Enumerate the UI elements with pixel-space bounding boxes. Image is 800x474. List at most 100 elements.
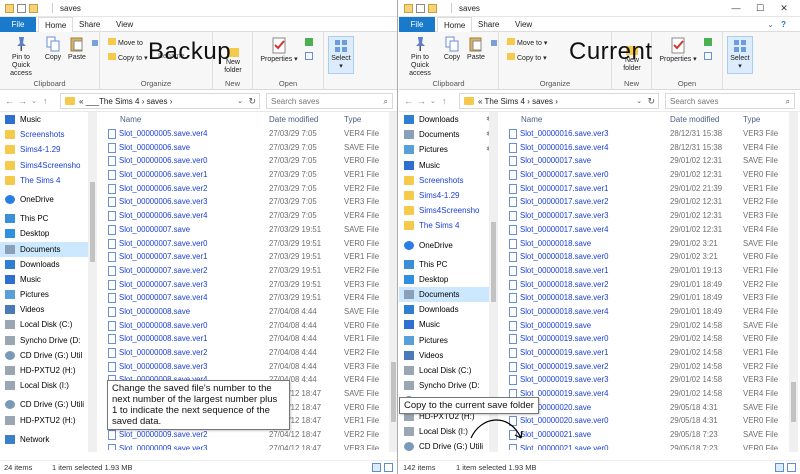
file-row[interactable]: Slot_00000007.save 27/03/29 19:51 SAVE Fil…: [106, 223, 388, 237]
nav-item[interactable]: Downloads: [399, 302, 495, 317]
file-row[interactable]: Slot_00000005.save.ver4 27/03/29 7:05 VER4…: [106, 127, 388, 141]
file-list-scrollbar[interactable]: [389, 112, 397, 452]
file-row[interactable]: Slot_00000017.save.ver3 29/01/02 12:31 VER…: [507, 209, 789, 223]
address-bar[interactable]: « The Sims 4 › saves › ⌄ ↻: [459, 93, 659, 109]
nav-item[interactable]: Local Disk (I:): [0, 378, 96, 393]
properties-button[interactable]: Properties ▾: [259, 36, 299, 64]
nav-item[interactable]: Syncho Drive (D:: [0, 333, 96, 348]
nav-item[interactable]: Music: [0, 272, 96, 287]
file-row[interactable]: Slot_00000017.save.ver4 29/01/02 12:31 VER…: [507, 223, 789, 237]
file-row[interactable]: Slot_00000007.save.ver0 27/03/29 19:51 VER…: [106, 237, 388, 251]
file-row[interactable]: Slot_00000018.save 29/01/02 3:21 SAVE File: [507, 237, 789, 251]
file-row[interactable]: Slot_00000006.save.ver3 27/03/29 7:05 VER3…: [106, 195, 388, 209]
nav-item[interactable]: Music: [399, 158, 495, 173]
new-folder-icon[interactable]: [428, 4, 437, 13]
file-row[interactable]: Slot_00000017.save.ver2 29/01/02 12:31 VER…: [507, 195, 789, 209]
file-row[interactable]: Slot_00000007.save.ver1 27/03/29 19:51 VER…: [106, 250, 388, 264]
edit-icon[interactable]: [704, 52, 712, 60]
file-row[interactable]: Slot_00000008.save 27/04/08 4:44 SAVE File: [106, 305, 388, 319]
nav-item[interactable]: HD-PXTU2 (H:): [0, 413, 96, 428]
nav-item[interactable]: Videos: [0, 302, 96, 317]
file-row[interactable]: Slot_00000018.save.ver0 29/01/02 3:21 VER0…: [507, 250, 789, 264]
pin-to-quick-access-button[interactable]: Pin to Quick access: [3, 36, 39, 78]
copy-to-button[interactable]: Copy to ▾: [108, 53, 148, 63]
maximize-icon[interactable]: ☐: [748, 2, 772, 15]
back-arrow-icon[interactable]: ←: [5, 96, 14, 106]
tab-file[interactable]: File: [399, 17, 435, 32]
nav-item[interactable]: CD Drive (G:) Utili: [0, 397, 96, 412]
file-row[interactable]: Slot_00000016.save.ver4 28/12/31 15:38 VER…: [507, 141, 789, 155]
tab-home[interactable]: Home: [38, 17, 74, 33]
file-row[interactable]: Slot_00000017.save.ver1 29/01/02 21:39 VER…: [507, 182, 789, 196]
file-row[interactable]: Slot_00000006.save.ver1 27/03/29 7:05 VER1…: [106, 168, 388, 182]
file-row[interactable]: Slot_00000018.save.ver2 29/01/01 18:49 VER…: [507, 278, 789, 292]
select-button[interactable]: Select ▾: [727, 36, 753, 74]
new-folder-icon[interactable]: [29, 4, 38, 13]
tab-view[interactable]: View: [509, 17, 538, 32]
nav-item[interactable]: Documents✱: [399, 127, 495, 142]
nav-item[interactable]: Music: [0, 112, 96, 127]
nav-item[interactable]: CD Drive (G:) Util: [0, 348, 96, 363]
paste-button[interactable]: Paste: [465, 36, 487, 62]
select-button[interactable]: Select ▾: [328, 36, 354, 74]
tab-file[interactable]: File: [0, 17, 36, 32]
file-row[interactable]: Slot_00000018.save.ver1 29/01/01 19:13 VER…: [507, 264, 789, 278]
nav-item[interactable]: Pictures✱: [399, 142, 495, 157]
file-row[interactable]: Slot_00000018.save.ver4 29/01/01 18:49 VER…: [507, 305, 789, 319]
forward-arrow-icon[interactable]: →: [417, 96, 426, 106]
pin-to-quick-access-button[interactable]: Pin to Quick access: [402, 36, 438, 78]
nav-item[interactable]: Screenshots: [399, 173, 495, 188]
column-header-date-modified[interactable]: Date modified: [670, 115, 719, 124]
file-list-scrollbar[interactable]: [789, 112, 798, 452]
nav-item[interactable]: Sims4-1.29: [0, 142, 96, 157]
copy-button[interactable]: Copy: [42, 36, 64, 62]
file-row[interactable]: Slot_00000019.save.ver2 29/01/02 14:58 VER…: [507, 360, 789, 374]
file-row[interactable]: Slot_00000017.save.ver0 29/01/02 12:31 VER…: [507, 168, 789, 182]
recent-locations-icon[interactable]: ⌄: [430, 97, 436, 105]
edit-icon[interactable]: [305, 52, 313, 60]
nav-item[interactable]: Local Disk (C:): [0, 317, 96, 332]
cut-icon[interactable]: [491, 40, 497, 46]
nav-item[interactable]: OneDrive: [399, 238, 495, 253]
paste-button[interactable]: Paste: [66, 36, 88, 62]
nav-item[interactable]: Documents: [0, 241, 96, 257]
large-icons-view-icon[interactable]: [787, 463, 796, 472]
file-row[interactable]: Slot_00000007.save.ver3 27/03/29 19:51 VER…: [106, 278, 388, 292]
properties-button[interactable]: Properties ▾: [658, 36, 698, 64]
file-row[interactable]: Slot_00000008.save.ver3 27/04/08 4:44 VER3…: [106, 360, 388, 374]
search-box[interactable]: Search saves ⌕: [266, 93, 393, 109]
file-row[interactable]: Slot_00000006.save.ver0 27/03/29 7:05 VER0…: [106, 154, 388, 168]
nav-item[interactable]: Screenshots: [0, 127, 96, 142]
move-to-button[interactable]: Move to ▾: [507, 38, 547, 48]
file-row[interactable]: Slot_00000021.save.ver0 29/05/18 7:23 VER0…: [507, 442, 789, 450]
large-icons-view-icon[interactable]: [384, 463, 393, 472]
recent-locations-icon[interactable]: ⌄: [31, 97, 37, 105]
file-row[interactable]: Slot_00000006.save.ver2 27/03/29 7:05 VER2…: [106, 182, 388, 196]
back-arrow-icon[interactable]: ←: [404, 96, 413, 106]
navigation-pane-scrollbar[interactable]: [88, 112, 97, 452]
move-to-button[interactable]: Move to: [108, 38, 143, 48]
nav-item[interactable]: Local Disk (C:): [399, 363, 495, 378]
nav-item[interactable]: Documents: [399, 287, 495, 303]
nav-item[interactable]: Desktop: [399, 272, 495, 287]
file-row[interactable]: Slot_00000020.save.ver0 29/05/18 4:31 VER0…: [507, 414, 789, 428]
nav-item[interactable]: Sims4-1.29: [399, 188, 495, 203]
cut-icon[interactable]: [92, 40, 98, 46]
search-box[interactable]: Search saves ⌕: [665, 93, 795, 109]
open-icon[interactable]: [305, 38, 313, 46]
file-row[interactable]: Slot_00000008.save.ver0 27/04/08 4:44 VER0…: [106, 319, 388, 333]
tab-view[interactable]: View: [110, 17, 139, 32]
file-row[interactable]: Slot_00000019.save.ver4 29/01/02 14:58 VER…: [507, 387, 789, 401]
nav-item[interactable]: Videos: [399, 348, 495, 363]
copy-to-button[interactable]: Copy to ▾: [507, 53, 547, 63]
file-row[interactable]: Slot_00000019.save 29/01/02 14:58 SAVE Fil…: [507, 319, 789, 333]
file-row[interactable]: Slot_00000019.save.ver3 29/01/02 14:58 VER…: [507, 373, 789, 387]
column-header-name[interactable]: Name: [120, 115, 141, 124]
address-dropdown-icon[interactable]: ⌄: [636, 97, 642, 105]
refresh-icon[interactable]: ↻: [248, 96, 256, 107]
nav-item[interactable]: This PC: [399, 257, 495, 272]
tab-share[interactable]: Share: [472, 17, 505, 32]
column-header-date-modified[interactable]: Date modified: [269, 115, 318, 124]
address-bar[interactable]: « ___The Sims 4 › saves › ⌄ ↻: [60, 93, 260, 109]
nav-item[interactable]: Pictures: [0, 287, 96, 302]
